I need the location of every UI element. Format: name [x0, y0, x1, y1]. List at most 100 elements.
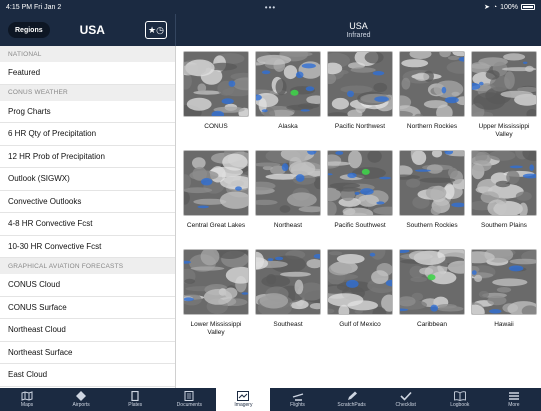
- status-bar: 4:15 PM Fri Jan 2 ••• ➤ ◔ 100%: [0, 0, 541, 14]
- sidebar-item-convective-outlooks[interactable]: Convective Outlooks: [0, 191, 175, 213]
- satellite-thumbnail: [471, 51, 537, 117]
- satellite-thumbnail: [327, 249, 393, 315]
- imagery-tile-northeast[interactable]: Northeast: [255, 150, 321, 230]
- page-title: USA: [349, 21, 368, 31]
- imagery-tile-upper-mississippi-valley[interactable]: Upper Mississippi Valley: [471, 51, 537, 139]
- battery-icon: [521, 4, 535, 10]
- battery-percent: 100%: [500, 3, 518, 11]
- imagery-tile-label: Southern Plains: [481, 222, 527, 229]
- sidebar-item-conus-surface[interactable]: CONUS Surface: [0, 297, 175, 319]
- satellite-thumbnail: [183, 249, 249, 315]
- sidebar-item-featured[interactable]: Featured: [0, 62, 175, 85]
- page-subtitle: Infrared: [346, 32, 371, 39]
- sidebar-item-prog-charts[interactable]: Prog Charts: [0, 101, 175, 123]
- imagery-tile-hawaii[interactable]: Hawaii: [471, 249, 537, 329]
- imagery-tile-label: Caribbean: [417, 321, 447, 328]
- imagery-tile-pacific-northwest[interactable]: Pacific Northwest: [327, 51, 393, 131]
- imagery-tile-southern-plains[interactable]: Southern Plains: [471, 150, 537, 230]
- wifi-icon: ◔: [492, 3, 498, 11]
- tab-logbook[interactable]: Logbook: [433, 388, 487, 411]
- main-header: USA Infrared: [176, 14, 541, 46]
- sidebar-item-4-8hr-convective[interactable]: 4-8 HR Convective Fcst: [0, 213, 175, 236]
- imagery-tile-pacific-southwest[interactable]: Pacific Southwest: [327, 150, 393, 230]
- sidebar-item-northeast-surface[interactable]: Northeast Surface: [0, 342, 175, 364]
- logbook-icon: [453, 391, 466, 401]
- satellite-thumbnail: [255, 150, 321, 216]
- imagery-tile-alaska[interactable]: Alaska: [255, 51, 321, 131]
- imagery-tile-label: Pacific Northwest: [334, 123, 386, 130]
- satellite-thumbnail: [471, 249, 537, 315]
- imagery-tile-central-great-lakes[interactable]: Central Great Lakes: [183, 150, 249, 230]
- airport-icon: [75, 391, 87, 401]
- tab-plates[interactable]: Plates: [108, 388, 162, 411]
- satellite-thumbnail: [255, 51, 321, 117]
- satellite-thumbnail: [183, 150, 249, 216]
- star-clock-icon: ★◷: [148, 24, 164, 35]
- satellite-thumbnail: [399, 150, 465, 216]
- imagery-tile-gulf-of-mexico[interactable]: Gulf of Mexico: [327, 249, 393, 329]
- imagery-icon: [237, 391, 250, 401]
- sidebar-item-12hr-prob-precip[interactable]: 12 HR Prob of Precipitation: [0, 146, 175, 168]
- plates-icon: [129, 391, 141, 401]
- satellite-thumbnail: [471, 150, 537, 216]
- imagery-tile-southeast[interactable]: Southeast: [255, 249, 321, 329]
- imagery-tile-caribbean[interactable]: Caribbean: [399, 249, 465, 329]
- imagery-tile-label: Northern Rockies: [406, 123, 458, 130]
- sidebar: NATIONAL Featured CONUS WEATHER Prog Cha…: [0, 46, 176, 388]
- tab-label: More: [508, 402, 520, 408]
- tab-maps[interactable]: Maps: [0, 388, 54, 411]
- imagery-tile-label: Alaska: [278, 123, 298, 130]
- section-header-graphical-aviation: GRAPHICAL AVIATION FORECASTS: [0, 258, 175, 274]
- imagery-tile-label: Lower Mississippi Valley: [190, 321, 242, 336]
- satellite-thumbnail: [399, 51, 465, 117]
- tab-bar: Maps Airports Plates Documents Imagery Flight…: [0, 388, 541, 411]
- status-time: 4:15 PM Fri Jan 2: [6, 3, 62, 11]
- imagery-tile-label: Hawaii: [494, 321, 514, 328]
- tab-documents[interactable]: Documents: [162, 388, 216, 411]
- satellite-thumbnail: [399, 249, 465, 315]
- tab-flights[interactable]: Flights: [270, 388, 324, 411]
- favorites-recent-button[interactable]: ★◷: [145, 21, 167, 39]
- tab-label: Plates: [128, 402, 143, 408]
- imagery-tile-label: Gulf of Mexico: [339, 321, 381, 328]
- tab-label: Maps: [20, 402, 34, 408]
- tab-label: Flights: [290, 402, 305, 408]
- section-header-conus-weather: CONUS WEATHER: [0, 84, 175, 101]
- sidebar-item-conus-cloud[interactable]: CONUS Cloud: [0, 274, 175, 297]
- sidebar-item-10-30hr-convective[interactable]: 10-30 HR Convective Fcst: [0, 236, 175, 258]
- imagery-tile-lower-mississippi-valley[interactable]: Lower Mississippi Valley: [183, 249, 249, 337]
- imagery-tile-northern-rockies[interactable]: Northern Rockies: [399, 51, 465, 131]
- imagery-grid: CONUS Alaska Pacific Northwest Northern Roc…: [176, 46, 541, 388]
- satellite-thumbnail: [327, 51, 393, 117]
- tab-label: Checklist: [395, 402, 416, 408]
- flights-icon: [292, 391, 304, 401]
- tab-checklist[interactable]: Checklist: [379, 388, 433, 411]
- satellite-thumbnail: [255, 249, 321, 315]
- section-header-national: NATIONAL: [0, 46, 175, 62]
- tab-label: Airports: [72, 402, 90, 408]
- sidebar-item-outlook-sigwx[interactable]: Outlook (SIGWX): [0, 168, 175, 191]
- imagery-tile-southern-rockies[interactable]: Southern Rockies: [399, 150, 465, 230]
- scratchpad-icon: [346, 391, 358, 401]
- tab-label: Documents: [176, 402, 202, 408]
- imagery-tile-conus[interactable]: CONUS: [183, 51, 249, 131]
- sidebar-item-northeast-cloud[interactable]: Northeast Cloud: [0, 319, 175, 342]
- tab-scratchpads[interactable]: ScratchPads: [325, 388, 379, 411]
- imagery-tile-label: Central Great Lakes: [186, 222, 246, 229]
- tab-imagery[interactable]: Imagery: [216, 388, 271, 411]
- sidebar-item-6hr-qty-precip[interactable]: 6 HR Qty of Precipitation: [0, 123, 175, 146]
- documents-icon: [183, 391, 195, 401]
- imagery-tile-label: Pacific Southwest: [334, 222, 386, 229]
- multitask-dots: •••: [264, 2, 277, 12]
- tab-more[interactable]: More: [487, 388, 541, 411]
- regions-button[interactable]: Regions: [8, 22, 50, 38]
- tab-label: Imagery: [234, 402, 253, 408]
- imagery-tile-label: Upper Mississippi Valley: [478, 123, 530, 138]
- tab-label: ScratchPads: [337, 402, 366, 408]
- location-icon: ➤: [483, 4, 490, 11]
- imagery-tile-label: Southeast: [273, 321, 303, 328]
- imagery-tile-label: Northeast: [273, 222, 303, 229]
- sidebar-item-east-cloud[interactable]: East Cloud: [0, 364, 175, 387]
- satellite-thumbnail: [183, 51, 249, 117]
- tab-airports[interactable]: Airports: [54, 388, 108, 411]
